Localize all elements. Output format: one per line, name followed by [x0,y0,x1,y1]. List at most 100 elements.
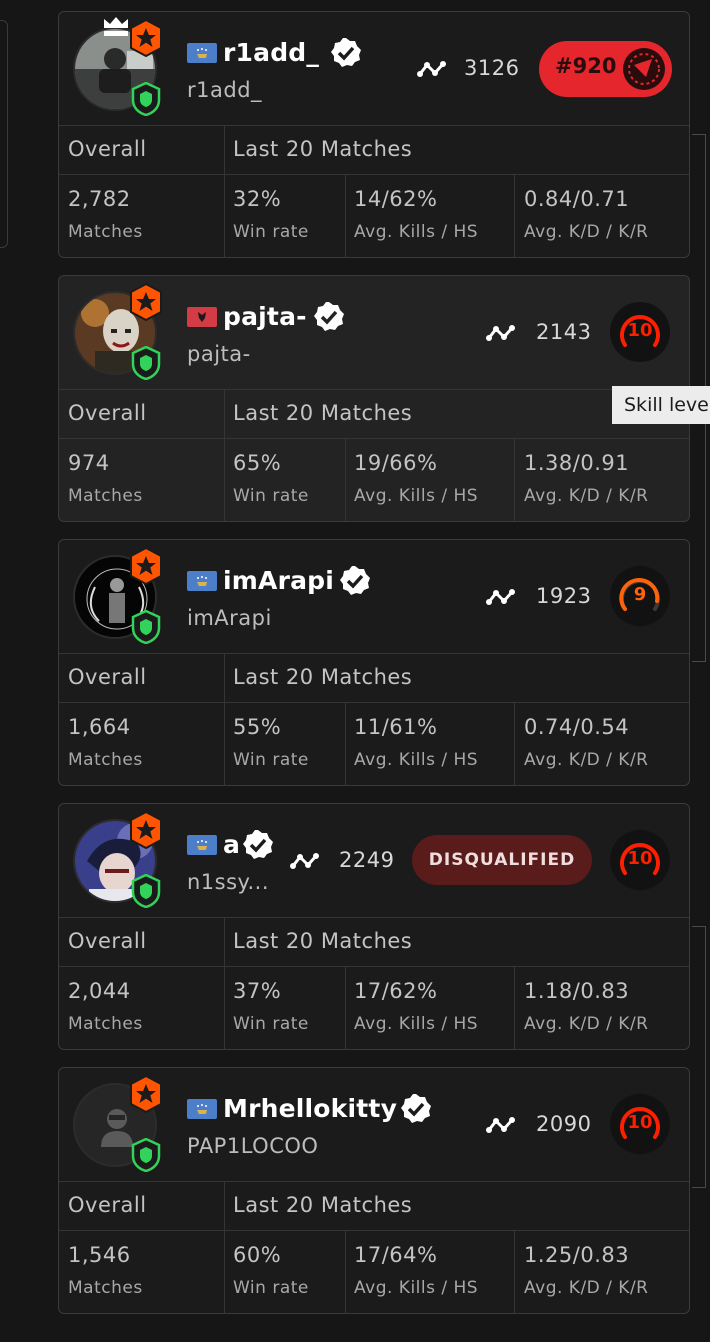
elo-graph-icon [486,589,515,605]
verified-badge-icon [331,38,361,67]
win-rate-label: Win rate [233,1278,309,1298]
player-card[interactable]: a n1ssy... 2249 DISQUALIFIED 10 Overall … [58,803,690,1050]
player-card-header: pajta- pajta- 2143 10 [59,276,689,390]
player-card-header: Mrhellokitty PAP1LOCOO 2090 10 [59,1068,689,1182]
elo-value: 2249 [339,848,395,872]
kd-kr-label: Avg. K/D / K/R [524,486,649,506]
ranking-value: #920 [555,54,617,78]
laurel-rank-icon [623,48,665,90]
player-card-header: imArapi imArapi 1923 9 [59,540,689,654]
elo-graph-icon [417,61,446,77]
kd-kr-label: Avg. K/D / K/R [524,1014,649,1034]
kd-kr-value: 1.18/0.83 [524,979,630,1003]
skill-level-badge[interactable]: 10 [609,829,671,891]
overall-label: Overall [68,137,147,161]
ranking-badge[interactable]: #920 [539,41,672,97]
player-card-header: a n1ssy... 2249 DISQUALIFIED 10 [59,804,689,918]
matches-label: Matches [68,222,143,242]
bracket-line-2 [692,926,706,1188]
player-nickname[interactable]: pajta- [223,302,307,331]
win-rate-label: Win rate [233,486,309,506]
overall-label: Overall [68,1193,147,1217]
kills-hs-value: 11/61% [354,715,438,739]
verified-badge-icon [314,302,344,331]
flag-kosovo-icon [187,835,217,855]
skill-level-badge[interactable]: 10 [609,1093,671,1155]
verified-badge-icon [243,830,273,859]
skill-level-tooltip: Skill level [612,386,710,424]
player-username: pajta- [187,342,251,366]
kd-kr-value: 1.38/0.91 [524,451,630,475]
stats-row: 974 Matches 65% Win rate 19/66% Avg. Kil… [59,439,689,521]
last-20-matches-label: Last 20 Matches [233,929,413,953]
player-card[interactable]: pajta- pajta- 2143 10 Overall Last 20 Ma… [58,275,690,522]
matches-value: 1,546 [68,1243,131,1267]
flag-kosovo-icon [187,571,217,591]
skill-level-value: 10 [627,320,653,341]
kills-hs-label: Avg. Kills / HS [354,222,479,242]
win-rate-label: Win rate [233,750,309,770]
player-username: imArapi [187,606,272,630]
player-nickname[interactable]: r1add_ [223,38,319,67]
kd-kr-value: 1.25/0.83 [524,1243,630,1267]
kills-hs-label: Avg. Kills / HS [354,486,479,506]
player-username: r1add_ [187,78,263,102]
stats-header-row: Overall Last 20 Matches [59,126,689,175]
elo-graph-icon [486,1117,515,1133]
elo-value: 1923 [536,584,592,608]
kills-hs-label: Avg. Kills / HS [354,1014,479,1034]
stats-row: 2,782 Matches 32% Win rate 14/62% Avg. K… [59,175,689,257]
win-rate-value: 65% [233,451,282,475]
player-card[interactable]: imArapi imArapi 1923 9 Overall Last 20 M… [58,539,690,786]
player-nickname[interactable]: Mrhellokitty [223,1094,397,1123]
player-card[interactable]: r1add_ r1add_ 3126 #920 Overall Last 20 … [58,11,690,258]
skill-level-value: 10 [627,1112,653,1133]
matches-label: Matches [68,1278,143,1298]
kills-hs-value: 17/62% [354,979,438,1003]
kills-hs-label: Avg. Kills / HS [354,1278,479,1298]
disqualified-badge: DISQUALIFIED [412,835,592,885]
player-nickname[interactable]: imArapi [223,566,334,595]
last-20-matches-label: Last 20 Matches [233,401,413,425]
player-nickname[interactable]: a [223,830,240,859]
overall-label: Overall [68,665,147,689]
stats-row: 1,546 Matches 60% Win rate 17/64% Avg. K… [59,1231,689,1313]
player-card[interactable]: Mrhellokitty PAP1LOCOO 2090 10 Overall L… [58,1067,690,1314]
skill-level-badge[interactable]: 10 [609,301,671,363]
matches-value: 974 [68,451,110,475]
verified-badge-icon [401,1094,431,1123]
stats-header-row: Overall Last 20 Matches [59,1182,689,1231]
kd-kr-label: Avg. K/D / K/R [524,1278,649,1298]
stats-header-row: Overall Last 20 Matches [59,390,689,439]
shield-badge-icon [131,82,161,116]
star-badge-icon [130,1075,162,1113]
kd-kr-label: Avg. K/D / K/R [524,750,649,770]
shield-badge-icon [131,346,161,380]
flag-albania-icon [187,307,217,327]
player-card-header: r1add_ r1add_ 3126 #920 [59,12,689,126]
star-badge-icon [130,283,162,321]
verified-badge-icon [340,566,370,595]
stats-header-row: Overall Last 20 Matches [59,918,689,967]
kd-kr-value: 0.74/0.54 [524,715,630,739]
player-username: n1ssy... [187,870,270,894]
matches-label: Matches [68,750,143,770]
skill-level-value: 10 [627,848,653,869]
elo-value: 3126 [464,56,520,80]
player-username: PAP1LOCOO [187,1134,319,1158]
kills-hs-value: 17/64% [354,1243,438,1267]
skill-level-badge[interactable]: 9 [609,565,671,627]
skill-level-value: 9 [633,584,647,605]
matches-value: 1,664 [68,715,131,739]
flag-kosovo-icon [187,1099,217,1119]
kd-kr-value: 0.84/0.71 [524,187,630,211]
last-20-matches-label: Last 20 Matches [233,137,413,161]
matches-value: 2,044 [68,979,131,1003]
win-rate-label: Win rate [233,222,309,242]
kills-hs-label: Avg. Kills / HS [354,750,479,770]
shield-badge-icon [131,1138,161,1172]
elo-graph-icon [486,325,515,341]
win-rate-label: Win rate [233,1014,309,1034]
elo-value: 2143 [536,320,592,344]
shield-badge-icon [131,610,161,644]
